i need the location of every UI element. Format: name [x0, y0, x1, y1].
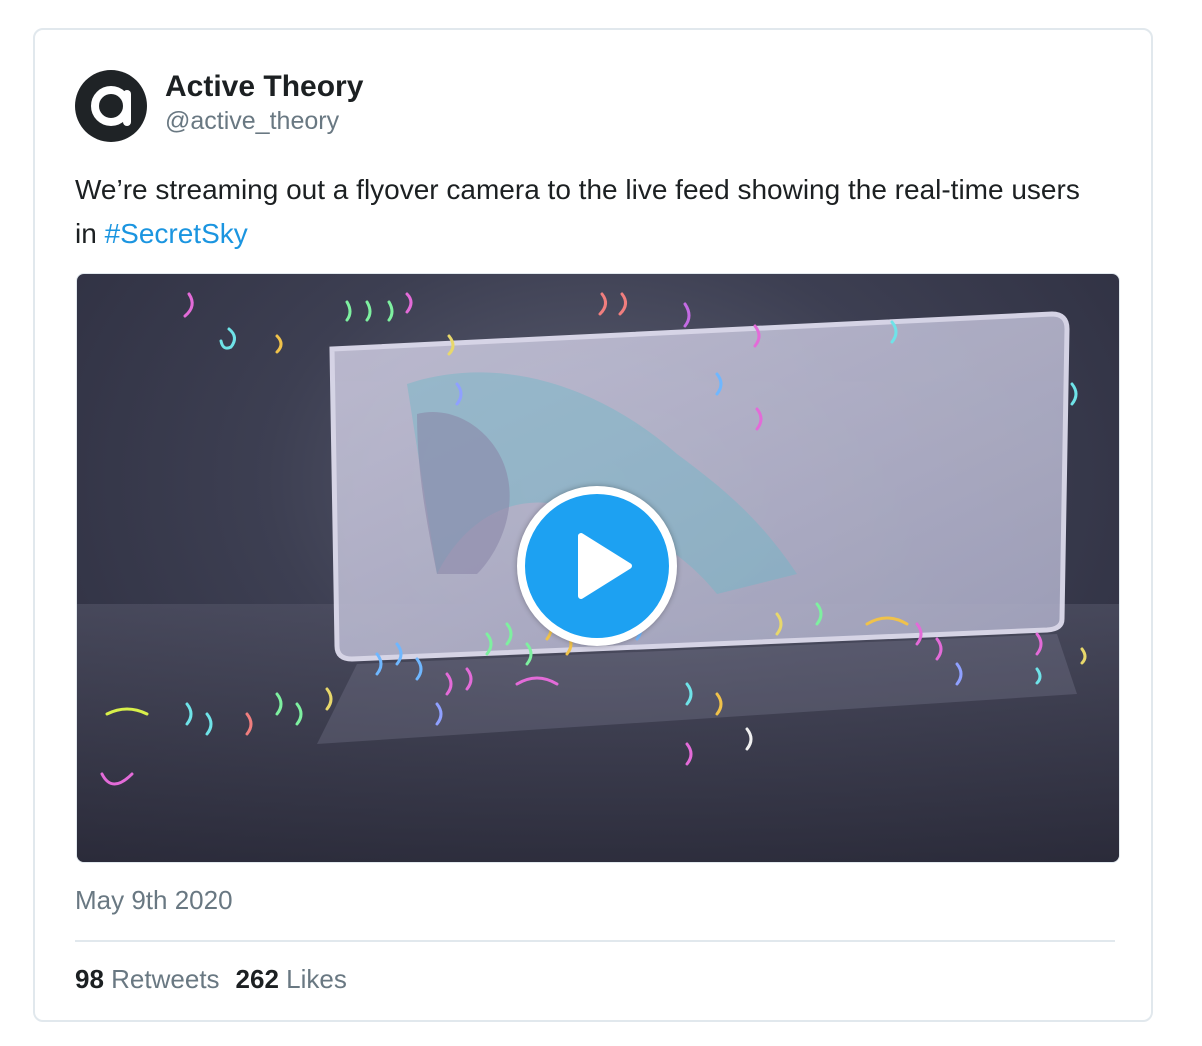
play-icon [578, 533, 632, 599]
likes-stat[interactable]: 262 Likes [236, 964, 347, 995]
tweet-text: We’re streaming out a flyover camera to … [75, 168, 1105, 256]
retweets-label: Retweets [111, 964, 220, 994]
divider [75, 940, 1115, 942]
author-display-name[interactable]: Active Theory [165, 69, 363, 105]
likes-count: 262 [235, 964, 279, 994]
retweets-stat[interactable]: 98 Retweets [75, 964, 220, 995]
tweet-stats: 98 Retweets 262 Likes [75, 964, 347, 995]
play-button[interactable] [517, 486, 677, 646]
author-handle[interactable]: @active_theory [165, 105, 363, 137]
tweet-header: Active Theory @active_theory [75, 70, 363, 142]
avatar[interactable] [75, 70, 147, 142]
active-theory-logo-icon [91, 86, 131, 126]
video-media[interactable] [76, 273, 1120, 863]
tweet-date[interactable]: May 9th 2020 [75, 885, 233, 916]
hashtag-link[interactable]: #SecretSky [105, 218, 248, 249]
retweets-count: 98 [75, 964, 104, 994]
tweet-card[interactable]: Active Theory @active_theory We’re strea… [33, 28, 1153, 1022]
likes-label: Likes [286, 964, 347, 994]
author-names: Active Theory @active_theory [165, 69, 363, 137]
